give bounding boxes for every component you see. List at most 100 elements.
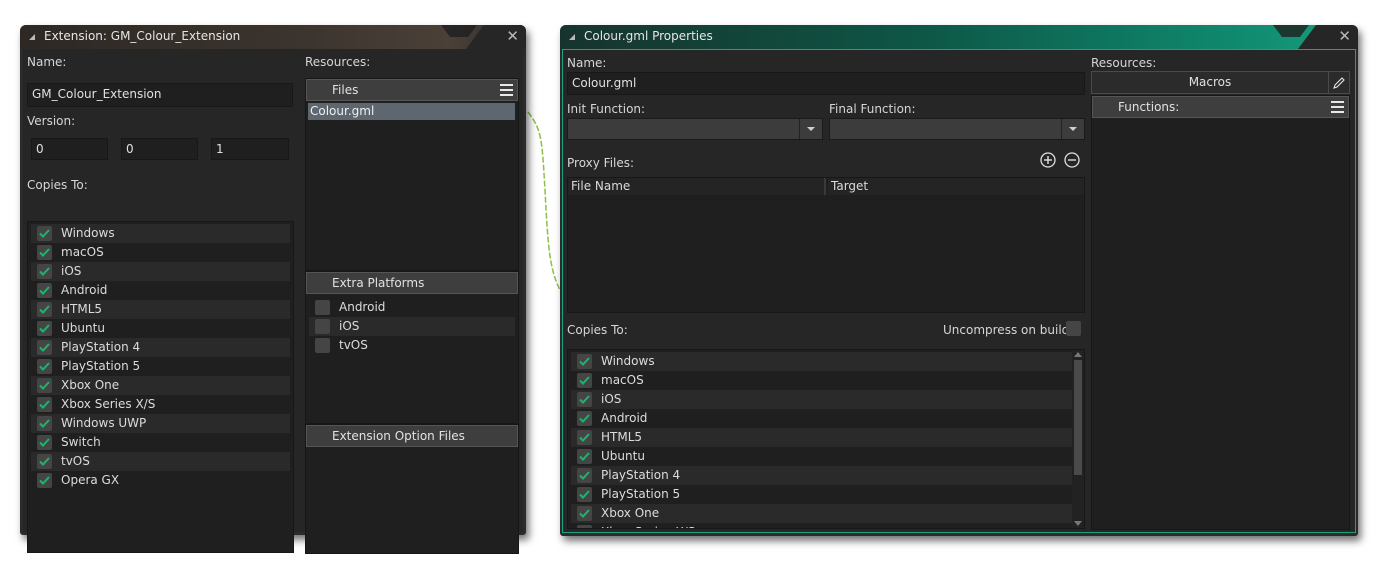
list-item[interactable]: PlayStation 4 xyxy=(571,466,1081,485)
checkbox-checked[interactable] xyxy=(37,245,52,260)
checkbox[interactable] xyxy=(315,338,330,353)
checkbox-checked[interactable] xyxy=(37,226,52,241)
list-item-label: iOS xyxy=(61,264,82,278)
init-function-dropdown[interactable] xyxy=(567,118,823,140)
version-minor-input[interactable]: 0 xyxy=(121,138,198,160)
collapse-icon[interactable] xyxy=(29,34,35,40)
checkbox-checked[interactable] xyxy=(577,449,592,464)
list-item[interactable]: Switch xyxy=(31,433,290,452)
extension-option-files-header[interactable]: Extension Option Files xyxy=(306,425,518,447)
list-item[interactable]: Android xyxy=(31,281,290,300)
checkbox-checked[interactable] xyxy=(37,302,52,317)
list-item[interactable]: PlayStation 4 xyxy=(31,338,290,357)
list-item-label: tvOS xyxy=(61,454,90,468)
checkbox-checked[interactable] xyxy=(37,397,52,412)
scroll-down-icon[interactable] xyxy=(1074,521,1082,526)
list-item-label: iOS xyxy=(339,319,360,333)
list-item[interactable]: HTML5 xyxy=(31,300,290,319)
scrollbar[interactable] xyxy=(1072,350,1084,528)
list-item[interactable]: Ubuntu xyxy=(571,447,1081,466)
chevron-down-icon[interactable] xyxy=(799,119,822,139)
list-item[interactable]: PlayStation 5 xyxy=(571,485,1081,504)
list-item-label: PlayStation 5 xyxy=(601,487,681,501)
list-item[interactable]: iOS xyxy=(309,317,515,336)
list-item[interactable]: Windows UWP xyxy=(31,414,290,433)
macros-button[interactable]: Macros xyxy=(1091,71,1329,94)
close-icon[interactable]: ✕ xyxy=(1338,28,1351,44)
list-item[interactable]: Ubuntu xyxy=(31,319,290,338)
checkbox-checked[interactable] xyxy=(37,321,52,336)
checkbox-checked[interactable] xyxy=(577,373,592,388)
list-item[interactable]: Android xyxy=(571,409,1081,428)
list-item[interactable]: PlayStation 5 xyxy=(31,357,290,376)
scrollbar-thumb[interactable] xyxy=(1074,360,1082,475)
list-item[interactable]: Android xyxy=(309,298,515,317)
uncompress-checkbox[interactable] xyxy=(1066,321,1081,336)
column-target[interactable]: Target xyxy=(828,178,1084,195)
checkbox[interactable] xyxy=(315,319,330,334)
checkbox-checked[interactable] xyxy=(577,430,592,445)
copies-to-list: Windows macOS iOS Android HTML5 Ubuntu PlaySta… xyxy=(567,349,1085,529)
checkmark-icon xyxy=(579,376,590,385)
checkbox-checked[interactable] xyxy=(577,468,592,483)
scroll-up-icon[interactable] xyxy=(1074,352,1082,357)
remove-proxy-icon[interactable] xyxy=(1064,152,1080,168)
file-item[interactable]: Colour.gml xyxy=(308,103,515,120)
checkbox-checked[interactable] xyxy=(37,359,52,374)
edit-macros-button[interactable] xyxy=(1328,71,1350,94)
checkbox-checked[interactable] xyxy=(37,283,52,298)
checkmark-icon xyxy=(39,267,50,276)
checkbox-checked[interactable] xyxy=(37,264,52,279)
extra-platforms-header[interactable]: Extra Platforms xyxy=(306,272,518,294)
list-item[interactable]: Xbox One xyxy=(31,376,290,395)
checkbox-checked[interactable] xyxy=(37,416,52,431)
checkbox-checked[interactable] xyxy=(37,340,52,355)
checkbox-checked[interactable] xyxy=(577,392,592,407)
list-item[interactable]: Xbox One xyxy=(571,504,1081,523)
extension-option-files-label: Extension Option Files xyxy=(332,429,465,443)
name-input[interactable]: Colour.gml xyxy=(567,72,1085,95)
functions-header[interactable]: Functions: xyxy=(1092,96,1349,118)
menu-icon[interactable] xyxy=(500,84,513,96)
menu-icon[interactable] xyxy=(1331,101,1344,113)
list-item[interactable]: Xbox Series X/S xyxy=(31,395,290,414)
collapse-icon[interactable] xyxy=(569,34,575,40)
checkbox-checked[interactable] xyxy=(577,506,592,521)
list-item[interactable]: tvOS xyxy=(309,336,515,355)
list-item[interactable]: iOS xyxy=(31,262,290,281)
version-major-input[interactable]: 0 xyxy=(31,138,108,160)
list-item[interactable]: Opera GX xyxy=(31,471,290,490)
checkbox-checked[interactable] xyxy=(577,487,592,502)
checkbox-checked[interactable] xyxy=(37,435,52,450)
checkbox-checked[interactable] xyxy=(37,473,52,488)
list-item[interactable]: HTML5 xyxy=(571,428,1081,447)
column-file-name[interactable]: File Name xyxy=(568,178,826,195)
copies-to-label: Copies To: xyxy=(567,323,628,337)
checkbox-checked[interactable] xyxy=(577,525,592,528)
chevron-down-icon[interactable] xyxy=(1061,119,1084,139)
name-input[interactable]: GM_Colour_Extension xyxy=(27,83,293,107)
list-item-label: Xbox One xyxy=(61,378,120,392)
list-item[interactable]: tvOS xyxy=(31,452,290,471)
add-proxy-icon[interactable] xyxy=(1040,152,1056,168)
list-item[interactable]: iOS xyxy=(571,390,1081,409)
checkbox-checked[interactable] xyxy=(577,354,592,369)
final-function-dropdown[interactable] xyxy=(829,118,1085,140)
functions-panel: Functions: xyxy=(1091,95,1350,530)
properties-window-titlebar[interactable]: Colour.gml Properties ✕ xyxy=(560,25,1358,49)
list-item[interactable]: Windows xyxy=(571,352,1081,371)
list-item[interactable]: macOS xyxy=(31,243,290,262)
list-item[interactable]: macOS xyxy=(571,371,1081,390)
checkbox[interactable] xyxy=(315,300,330,315)
checkbox-checked[interactable] xyxy=(37,454,52,469)
checkmark-icon xyxy=(39,286,50,295)
files-header[interactable]: Files xyxy=(306,79,518,101)
version-patch-input[interactable]: 1 xyxy=(211,138,289,160)
checkbox-checked[interactable] xyxy=(577,411,592,426)
dock-notch-icon xyxy=(441,25,477,37)
list-item[interactable]: Windows xyxy=(31,224,290,243)
list-item[interactable]: Xbox Series X/S xyxy=(571,523,1081,528)
extension-window-titlebar[interactable]: Extension: GM_Colour_Extension ✕ xyxy=(20,25,526,49)
checkbox-checked[interactable] xyxy=(37,378,52,393)
close-icon[interactable]: ✕ xyxy=(506,28,519,44)
